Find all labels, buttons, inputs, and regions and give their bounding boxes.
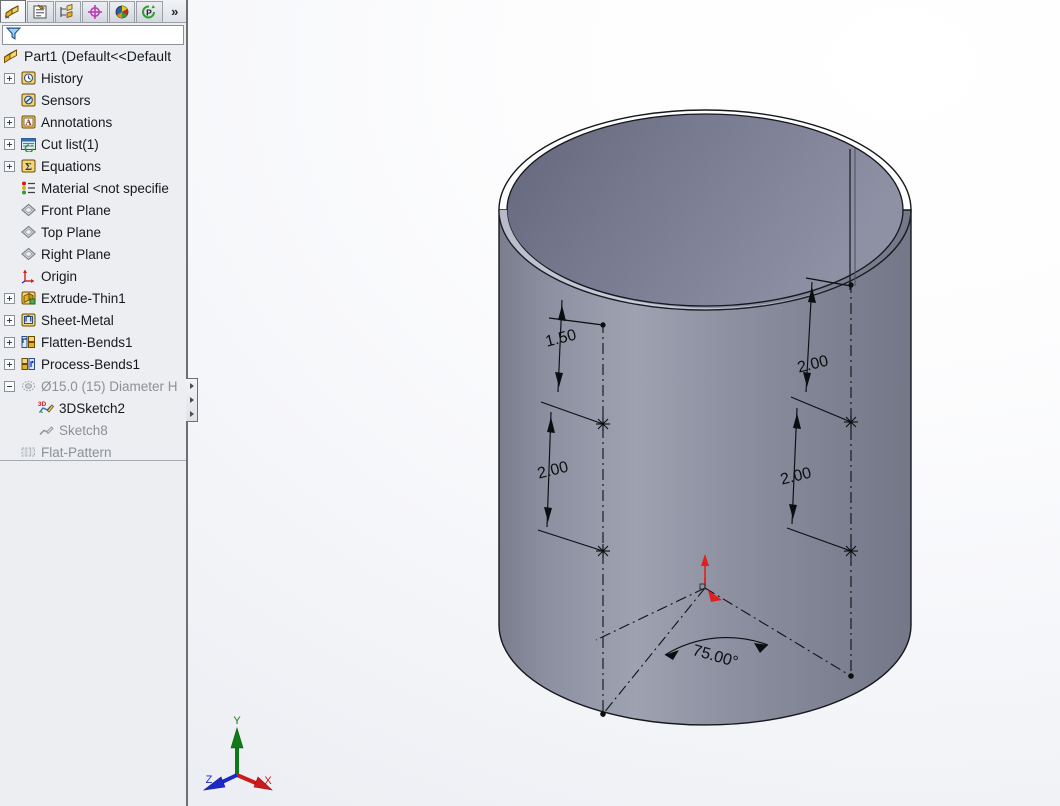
svg-text:P: P [147, 8, 153, 18]
clipboard-icon [31, 4, 49, 20]
tree-filter-bar[interactable] [2, 25, 184, 45]
expand-icon[interactable] [4, 359, 15, 370]
plane-icon [20, 224, 37, 240]
dimxpert-manager-tab[interactable] [82, 1, 108, 22]
funnel-icon [6, 26, 21, 45]
tree-row-container: History Sensors A Annotations Cut list(1) Σ Eq… [0, 67, 186, 461]
tree-item-sheet-metal[interactable]: Sheet-Metal [0, 309, 186, 331]
tree-item-cut-list-1[interactable]: Cut list(1) [0, 133, 186, 155]
tree-item-sensors[interactable]: Sensors [0, 89, 186, 111]
collapse-icon[interactable] [4, 381, 15, 392]
expand-icon[interactable] [4, 337, 15, 348]
tree-item-label: Ø15.0 (15) Diameter H [41, 379, 178, 394]
tree-item-part-root[interactable]: Part1 (Default<<Default [0, 45, 186, 67]
expand-icon[interactable] [4, 315, 15, 326]
tree-item-flat-pattern[interactable]: Flat-Pattern [0, 441, 186, 461]
tree-item-label: Front Plane [41, 203, 111, 218]
triad-z-label: Z [206, 774, 213, 786]
tree-item-origin[interactable]: Origin [0, 265, 186, 287]
tree-item-label: Sensors [41, 93, 91, 108]
feature-tree[interactable]: Part1 (Default<<Default History Sensors AA… [0, 45, 186, 461]
tree-item-process-bends1[interactable]: Process-Bends1 [0, 353, 186, 375]
orientation-triad[interactable]: Y X Z [204, 715, 272, 790]
solidworks-window: 1.50 2.00 [0, 0, 1060, 806]
annotations-icon: A [20, 114, 37, 130]
history-icon [20, 70, 37, 86]
tree-item-label: Part1 (Default<<Default [24, 48, 171, 64]
plane-icon [20, 246, 37, 262]
tree-item-label: Annotations [41, 115, 112, 130]
expand-icon[interactable] [4, 293, 15, 304]
triad-y-label: Y [233, 715, 241, 727]
tree-item-top-plane[interactable]: Top Plane [0, 221, 186, 243]
tree-item-history[interactable]: History [0, 67, 186, 89]
tree-item-label: 3DSketch2 [59, 401, 125, 416]
tree-item-label: Sketch8 [59, 423, 108, 438]
flatten-bends-icon [20, 334, 37, 350]
cylinder-inner-bore [507, 114, 903, 306]
svg-text:A: A [25, 117, 32, 127]
expand-icon[interactable] [4, 117, 15, 128]
tree-item-label: Flat-Pattern [41, 445, 112, 460]
sensors-icon [20, 92, 37, 108]
sketch-icon [38, 422, 55, 438]
tree-item-label: Equations [41, 159, 101, 174]
tree-item-label: Sheet-Metal [41, 313, 114, 328]
configuration-manager-tab[interactable] [55, 1, 81, 22]
appearance-tab[interactable]: P [136, 1, 162, 22]
feature-manager-panel: P » [0, 0, 188, 806]
cutlist-icon [20, 136, 37, 152]
feature-manager-tab[interactable] [0, 0, 26, 22]
p-badge-icon: P [140, 4, 158, 20]
tree-item-flatten-bends1[interactable]: Flatten-Bends1 [0, 331, 186, 353]
tree-item-label: Right Plane [41, 247, 111, 262]
tree-item-sketch8[interactable]: Sketch8 [0, 419, 186, 441]
display-manager-tab[interactable] [109, 1, 135, 22]
expand-icon[interactable] [4, 161, 15, 172]
more-tabs-button[interactable]: » [164, 1, 187, 22]
sheet-metal-icon [20, 312, 37, 328]
tree-item-extrude-thin1[interactable]: Extrude-Thin1 [0, 287, 186, 309]
panel-lower-area [0, 461, 186, 806]
tree-item-right-plane[interactable]: Right Plane [0, 243, 186, 265]
tree-item-front-plane[interactable]: Front Plane [0, 199, 186, 221]
part-icon [3, 48, 20, 64]
tree-item-label: Process-Bends1 [41, 357, 140, 372]
extrude-thin-icon [20, 290, 37, 306]
tree-item-label: History [41, 71, 83, 86]
tree-item-label: Flatten-Bends1 [41, 335, 133, 350]
sketch3d-icon: 3D [38, 400, 55, 416]
tree-panel-handle[interactable] [186, 378, 198, 422]
svg-text:3D: 3D [38, 401, 46, 408]
tree-item-label: Cut list(1) [41, 137, 99, 152]
feature-tree-icon [4, 4, 22, 20]
svg-text:Σ: Σ [25, 162, 32, 173]
color-wheel-icon [113, 4, 131, 20]
tree-item-label: Origin [41, 269, 77, 284]
tree-item-3dsketch2[interactable]: 3D 3DSketch2 [0, 397, 186, 419]
triad-x-label: X [264, 775, 272, 787]
cylinder-model[interactable] [499, 110, 911, 725]
crosshair-icon [86, 4, 104, 20]
tree-item-15-0-15-diameter-h[interactable]: Ø15.0 (15) Diameter H [0, 375, 186, 397]
flat-pattern-icon [20, 444, 37, 460]
hole-wizard-icon [20, 378, 37, 394]
equations-icon: Σ [20, 158, 37, 174]
configuration-icon [59, 4, 77, 20]
origin-icon [20, 268, 37, 284]
tree-item-annotations[interactable]: A Annotations [0, 111, 186, 133]
material-icon [20, 180, 37, 196]
manager-tab-strip: P » [0, 0, 186, 23]
tree-item-label: Material <not specifie [41, 181, 169, 196]
tree-item-label: Top Plane [41, 225, 101, 240]
process-bends-icon [20, 356, 37, 372]
tree-item-label: Extrude-Thin1 [41, 291, 126, 306]
tree-item-material-not-specifie[interactable]: Material <not specifie [0, 177, 186, 199]
expand-icon[interactable] [4, 73, 15, 84]
property-manager-tab[interactable] [27, 1, 53, 22]
plane-icon [20, 202, 37, 218]
expand-icon[interactable] [4, 139, 15, 150]
tree-item-equations[interactable]: Σ Equations [0, 155, 186, 177]
